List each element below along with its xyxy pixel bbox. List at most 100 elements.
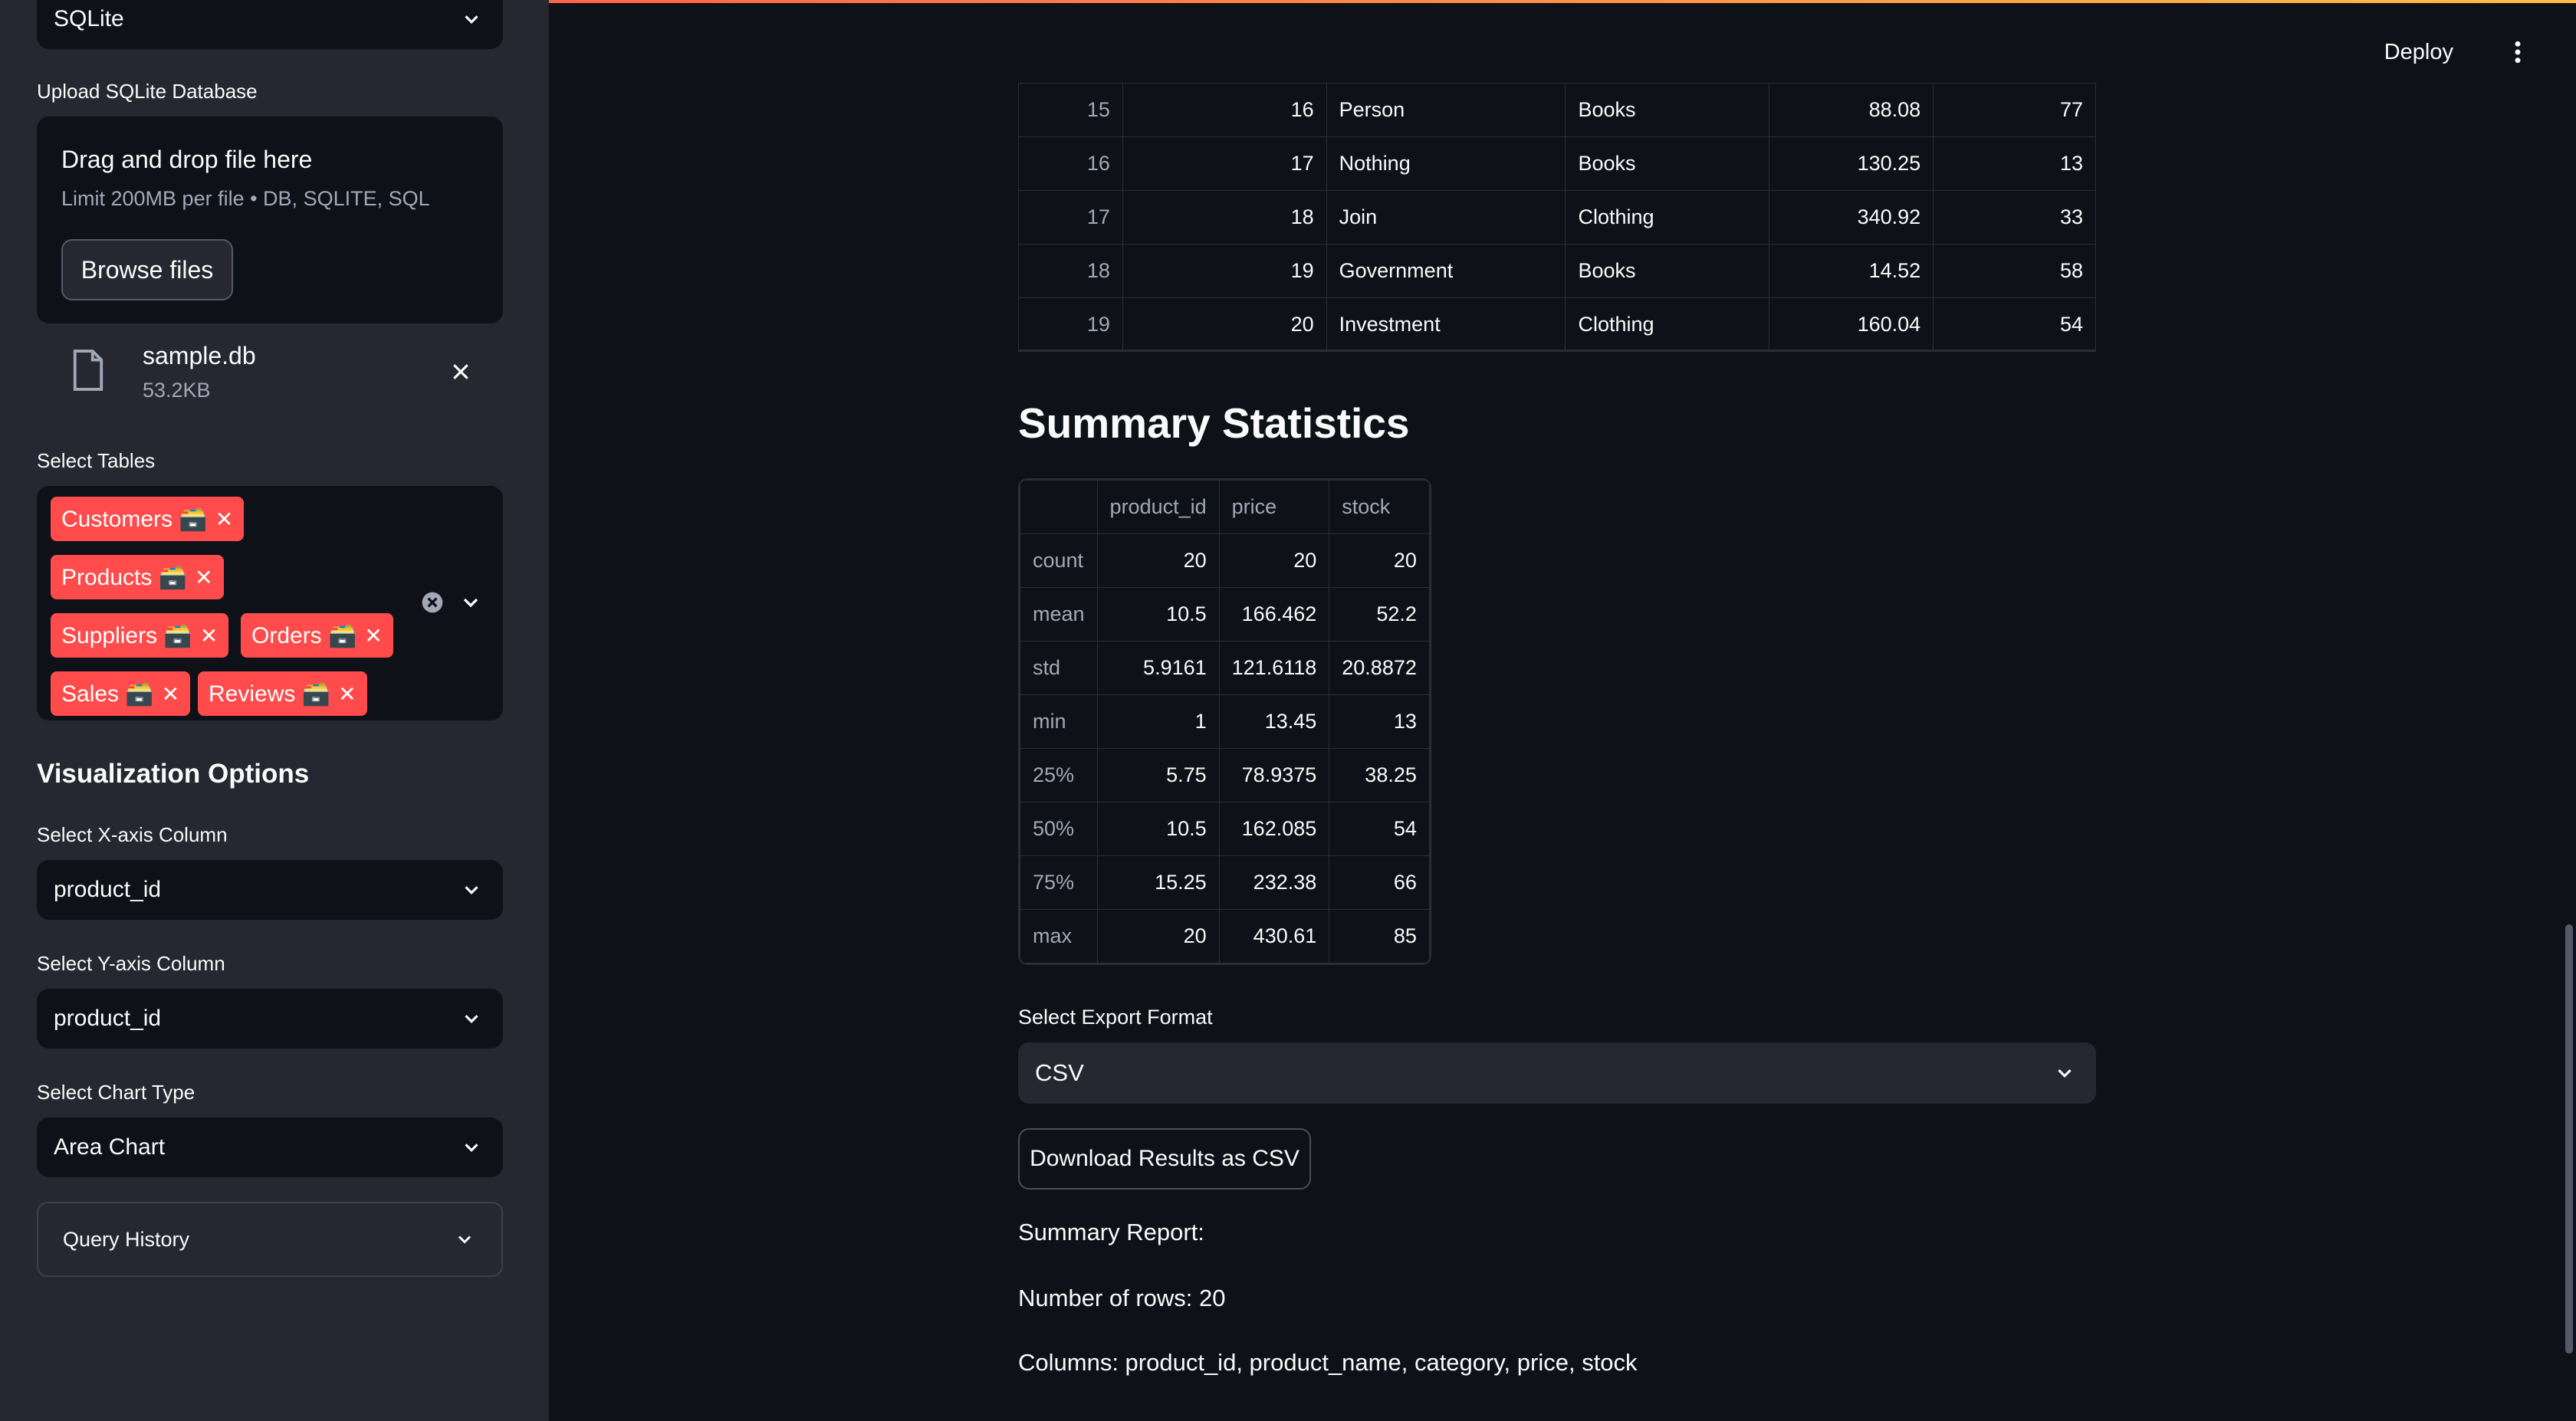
table-cell[interactable]: 19 <box>1018 297 1123 352</box>
table-cell[interactable]: 160.04 <box>1769 297 1934 352</box>
stat-value[interactable]: 430.61 <box>1218 909 1330 963</box>
stat-value[interactable]: 20 <box>1218 533 1330 588</box>
stat-name[interactable]: 25% <box>1020 748 1098 802</box>
table-cell[interactable]: 16 <box>1122 83 1327 137</box>
table-row[interactable]: 17 18 Join Clothing 340.92 33 <box>1018 190 2096 244</box>
stat-name[interactable]: max <box>1020 909 1098 963</box>
remove-icon[interactable]: ✕ <box>215 507 233 532</box>
y-axis-select[interactable]: product_id <box>37 989 503 1049</box>
stats-row[interactable]: min 1 13.45 13 <box>1020 694 1430 749</box>
stat-value[interactable]: 13.45 <box>1218 694 1330 749</box>
table-cell[interactable]: 14.52 <box>1769 244 1934 298</box>
table-row[interactable]: 16 17 Nothing Books 130.25 13 <box>1018 136 2096 191</box>
remove-icon[interactable]: ✕ <box>162 681 179 707</box>
table-cell[interactable]: Clothing <box>1565 190 1770 244</box>
remove-icon[interactable]: ✕ <box>364 623 382 648</box>
stat-value[interactable]: 85 <box>1329 909 1430 963</box>
stat-value[interactable]: 66 <box>1329 855 1430 910</box>
table-cell[interactable]: 19 <box>1122 244 1327 298</box>
download-button[interactable]: Download Results as CSV <box>1018 1128 1311 1190</box>
stats-row[interactable]: 50% 10.5 162.085 54 <box>1020 802 1430 856</box>
stat-value[interactable]: 5.75 <box>1096 748 1220 802</box>
stats-row[interactable]: max 20 430.61 85 <box>1020 909 1430 963</box>
table-cell[interactable]: 18 <box>1018 244 1123 298</box>
table-chip[interactable]: Suppliers 🗃️ ✕ <box>51 613 229 658</box>
table-cell[interactable]: Investment <box>1326 297 1566 352</box>
column-header[interactable]: product_id <box>1096 480 1220 534</box>
stat-value[interactable]: 121.6118 <box>1218 641 1330 695</box>
table-chip[interactable]: Sales 🗃️ ✕ <box>51 671 191 716</box>
column-header[interactable]: stock <box>1329 480 1430 534</box>
stat-name[interactable]: min <box>1020 694 1098 749</box>
table-cell[interactable]: Books <box>1565 136 1770 191</box>
table-cell[interactable]: 88.08 <box>1769 83 1934 137</box>
summary-stats-table[interactable]: product_id price stock count 20 20 20 mean 10.5… <box>1018 478 1431 965</box>
stat-value[interactable]: 20 <box>1329 533 1430 588</box>
column-header[interactable]: price <box>1218 480 1330 534</box>
stat-value[interactable]: 1 <box>1096 694 1220 749</box>
stat-value[interactable]: 5.9161 <box>1096 641 1220 695</box>
table-cell[interactable]: Government <box>1326 244 1566 298</box>
stat-value[interactable]: 162.085 <box>1218 802 1330 856</box>
browse-files-button[interactable]: Browse files <box>61 239 233 300</box>
remove-icon[interactable]: ✕ <box>195 565 212 590</box>
file-dropzone[interactable]: Drag and drop file here Limit 200MB per … <box>37 117 503 323</box>
stat-name[interactable]: std <box>1020 641 1098 695</box>
stat-value[interactable]: 10.5 <box>1096 587 1220 642</box>
stat-name[interactable]: 75% <box>1020 855 1098 910</box>
table-cell[interactable]: 16 <box>1018 136 1123 191</box>
stat-name[interactable]: count <box>1020 533 1098 588</box>
table-cell[interactable]: Books <box>1565 83 1770 137</box>
table-cell[interactable]: 20 <box>1122 297 1327 352</box>
stat-value[interactable]: 38.25 <box>1329 748 1430 802</box>
table-cell[interactable]: 17 <box>1122 136 1327 191</box>
table-chip[interactable]: Orders 🗃️ ✕ <box>241 613 393 658</box>
stats-row[interactable]: 75% 15.25 232.38 66 <box>1020 855 1430 910</box>
close-icon[interactable] <box>449 360 472 383</box>
stat-value[interactable]: 15.25 <box>1096 855 1220 910</box>
more-options-icon[interactable] <box>2509 40 2527 64</box>
deploy-button[interactable]: Deploy <box>2384 40 2453 65</box>
table-row[interactable]: 18 19 Government Books 14.52 58 <box>1018 244 2096 298</box>
table-cell[interactable]: 58 <box>1933 244 2096 298</box>
table-chip[interactable]: Reviews 🗃️ ✕ <box>198 671 367 716</box>
stat-value[interactable]: 13 <box>1329 694 1430 749</box>
table-cell[interactable]: 340.92 <box>1769 190 1934 244</box>
stat-value[interactable]: 20 <box>1096 909 1220 963</box>
table-row[interactable]: 15 16 Person Books 88.08 77 <box>1018 83 2096 137</box>
stats-row[interactable]: std 5.9161 121.6118 20.8872 <box>1020 641 1430 695</box>
stat-value[interactable]: 52.2 <box>1329 587 1430 642</box>
stats-row[interactable]: 25% 5.75 78.9375 38.25 <box>1020 748 1430 802</box>
stat-value[interactable]: 78.9375 <box>1218 748 1330 802</box>
clear-all-icon[interactable] <box>420 590 445 615</box>
stat-value[interactable]: 232.38 <box>1218 855 1330 910</box>
stat-value[interactable]: 20.8872 <box>1329 641 1430 695</box>
table-cell[interactable]: Person <box>1326 83 1566 137</box>
table-cell[interactable]: Join <box>1326 190 1566 244</box>
stat-name[interactable]: mean <box>1020 587 1098 642</box>
table-cell[interactable]: Books <box>1565 244 1770 298</box>
stats-row[interactable]: count 20 20 20 <box>1020 533 1430 588</box>
table-cell[interactable]: 77 <box>1933 83 2096 137</box>
export-format-select[interactable]: CSV <box>1018 1042 2096 1104</box>
database-type-select[interactable]: SQLite <box>37 0 503 49</box>
stat-value[interactable]: 54 <box>1329 802 1430 856</box>
table-row[interactable]: 19 20 Investment Clothing 160.04 54 <box>1018 297 2096 352</box>
x-axis-select[interactable]: product_id <box>37 860 503 920</box>
stat-value[interactable]: 166.462 <box>1218 587 1330 642</box>
query-results-table[interactable]: 15 16 Person Books 88.08 77 16 17 Nothing Books 13… <box>1018 83 2096 352</box>
table-cell[interactable]: 17 <box>1018 190 1123 244</box>
table-cell[interactable]: 18 <box>1122 190 1327 244</box>
table-cell[interactable]: Clothing <box>1565 297 1770 352</box>
stat-value[interactable]: 10.5 <box>1096 802 1220 856</box>
chevron-down-icon[interactable] <box>458 590 483 615</box>
stat-name[interactable]: 50% <box>1020 802 1098 856</box>
table-cell[interactable]: Nothing <box>1326 136 1566 191</box>
remove-icon[interactable]: ✕ <box>338 681 356 707</box>
table-cell[interactable]: 15 <box>1018 83 1123 137</box>
table-cell[interactable]: 33 <box>1933 190 2096 244</box>
remove-icon[interactable]: ✕ <box>200 623 218 648</box>
query-history-expander[interactable]: Query History <box>37 1202 503 1277</box>
table-chip[interactable]: Customers 🗃️ ✕ <box>51 497 245 541</box>
table-cell[interactable]: 13 <box>1933 136 2096 191</box>
